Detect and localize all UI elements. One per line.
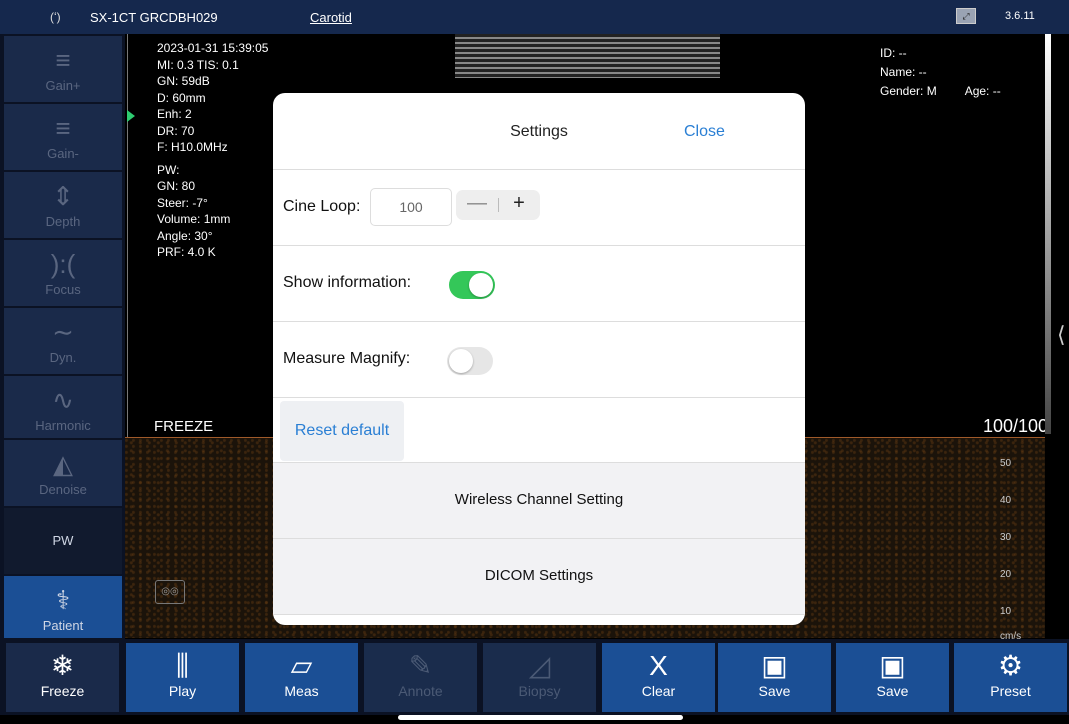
depth-ruler (127, 34, 128, 437)
gain-minus-icon: ≡ (55, 113, 71, 143)
dicom-settings-row[interactable]: DICOM Settings (273, 539, 805, 615)
cine-loop-label: Cine Loop: (283, 198, 361, 215)
patient-icon: ⚕ (55, 585, 71, 615)
patient-info: ID: -- Name: -- Gender: M Age: -- (880, 46, 1001, 98)
wireless-signal-icon: (ʻ) (50, 10, 61, 24)
harmonic-icon: ∿ (52, 385, 74, 415)
cine-loop-stepper: — + (456, 190, 540, 220)
preset-link[interactable]: Carotid (310, 10, 352, 25)
save-cine-button[interactable]: ▣ Save (836, 643, 949, 712)
focus-icon: ):( (50, 249, 76, 279)
settings-title: Settings (510, 123, 568, 140)
play-icon: ⫼ (176, 650, 189, 681)
gain-plus-icon: ≡ (55, 45, 71, 75)
velocity-scale: 50 40 30 20 10 cm/s (1000, 458, 1022, 642)
patient-button[interactable]: ⚕ Patient (4, 576, 122, 638)
close-button[interactable]: Close (684, 123, 725, 141)
depth-button[interactable]: ⇕ Depth (4, 172, 122, 238)
play-button[interactable]: ⫼ Play (126, 643, 239, 712)
wireless-channel-setting-row[interactable]: Wireless Channel Setting (273, 463, 805, 539)
show-information-label: Show information: (283, 274, 412, 291)
settings-header: Settings Close (273, 93, 805, 170)
freeze-button[interactable]: ❄ Freeze (6, 643, 119, 712)
cine-frame-counter: 100/100 (983, 416, 1049, 436)
biopsy-icon: ◿ (528, 650, 551, 681)
denoise-icon: ◭ (53, 449, 73, 479)
show-information-toggle[interactable] (449, 271, 495, 299)
depth-icon: ⇕ (52, 181, 74, 211)
focus-button[interactable]: ):( Focus (4, 240, 122, 306)
screen-fit-icon[interactable]: ⤢ (956, 8, 976, 24)
biopsy-button[interactable]: ◿ Biopsy (483, 643, 596, 712)
dynamic-range-button[interactable]: ∼ Dyn. (4, 308, 122, 374)
cine-loop-input[interactable]: 100 (370, 188, 452, 226)
save-image-button[interactable]: ▣ Save (718, 643, 831, 712)
dynamic-range-icon: ∼ (52, 317, 74, 347)
top-status-bar: (ʻ) SX-1CT GRCDBH029 Carotid ⤢ 3.6.11 (0, 0, 1069, 34)
ruler-icon: ▱ (290, 650, 313, 681)
gain-plus-button[interactable]: ≡ Gain+ (4, 36, 122, 102)
decrement-button[interactable]: — (456, 192, 498, 215)
focus-marker-icon (127, 110, 135, 122)
cine-loop-row: Cine Loop: 100 — + (273, 170, 805, 246)
freeze-status-label: FREEZE (154, 418, 214, 435)
increment-button[interactable]: + (498, 192, 540, 215)
gain-minus-button[interactable]: ≡ Gain- (4, 104, 122, 170)
clear-button[interactable]: X Clear (602, 643, 715, 712)
measure-magnify-row: Measure Magnify: (273, 322, 805, 398)
measure-magnify-label: Measure Magnify: (283, 350, 411, 367)
doppler-view-icon[interactable]: ◎◎ (155, 580, 185, 604)
gear-icon: ⚙ (997, 650, 1024, 681)
app-version: 3.6.11 (1005, 10, 1035, 22)
snowflake-icon: ❄ (50, 650, 75, 681)
imaging-parameters: 2023-01-31 15:39:05 MI: 0.3 TIS: 0.1 GN:… (157, 41, 269, 259)
reset-default-button[interactable]: Reset default (280, 401, 404, 461)
denoise-button[interactable]: ◭ Denoise (4, 440, 122, 506)
tissue-image-strip (455, 34, 720, 78)
annotate-icon: ✎ (408, 650, 433, 681)
reset-row: Reset default (273, 398, 805, 463)
pw-mode-button[interactable]: PW (4, 508, 122, 574)
save-image-icon: ▣ (761, 650, 788, 681)
device-name: SX-1CT GRCDBH029 (90, 10, 218, 25)
measure-magnify-toggle[interactable] (447, 347, 493, 375)
clear-x-icon: X (649, 650, 668, 681)
preset-button[interactable]: ⚙ Preset (954, 643, 1067, 712)
harmonic-button[interactable]: ∿ Harmonic (4, 376, 122, 438)
show-information-row: Show information: (273, 246, 805, 322)
save-cine-icon: ▣ (879, 650, 906, 681)
settings-dialog: Settings Close Cine Loop: 100 — + Show i… (273, 93, 805, 625)
measure-button[interactable]: ▱ Meas (245, 643, 358, 712)
side-panel-arrow-icon[interactable]: ⟨ (1057, 322, 1066, 348)
annote-button[interactable]: ✎ Annote (364, 643, 477, 712)
home-indicator[interactable] (398, 715, 683, 720)
